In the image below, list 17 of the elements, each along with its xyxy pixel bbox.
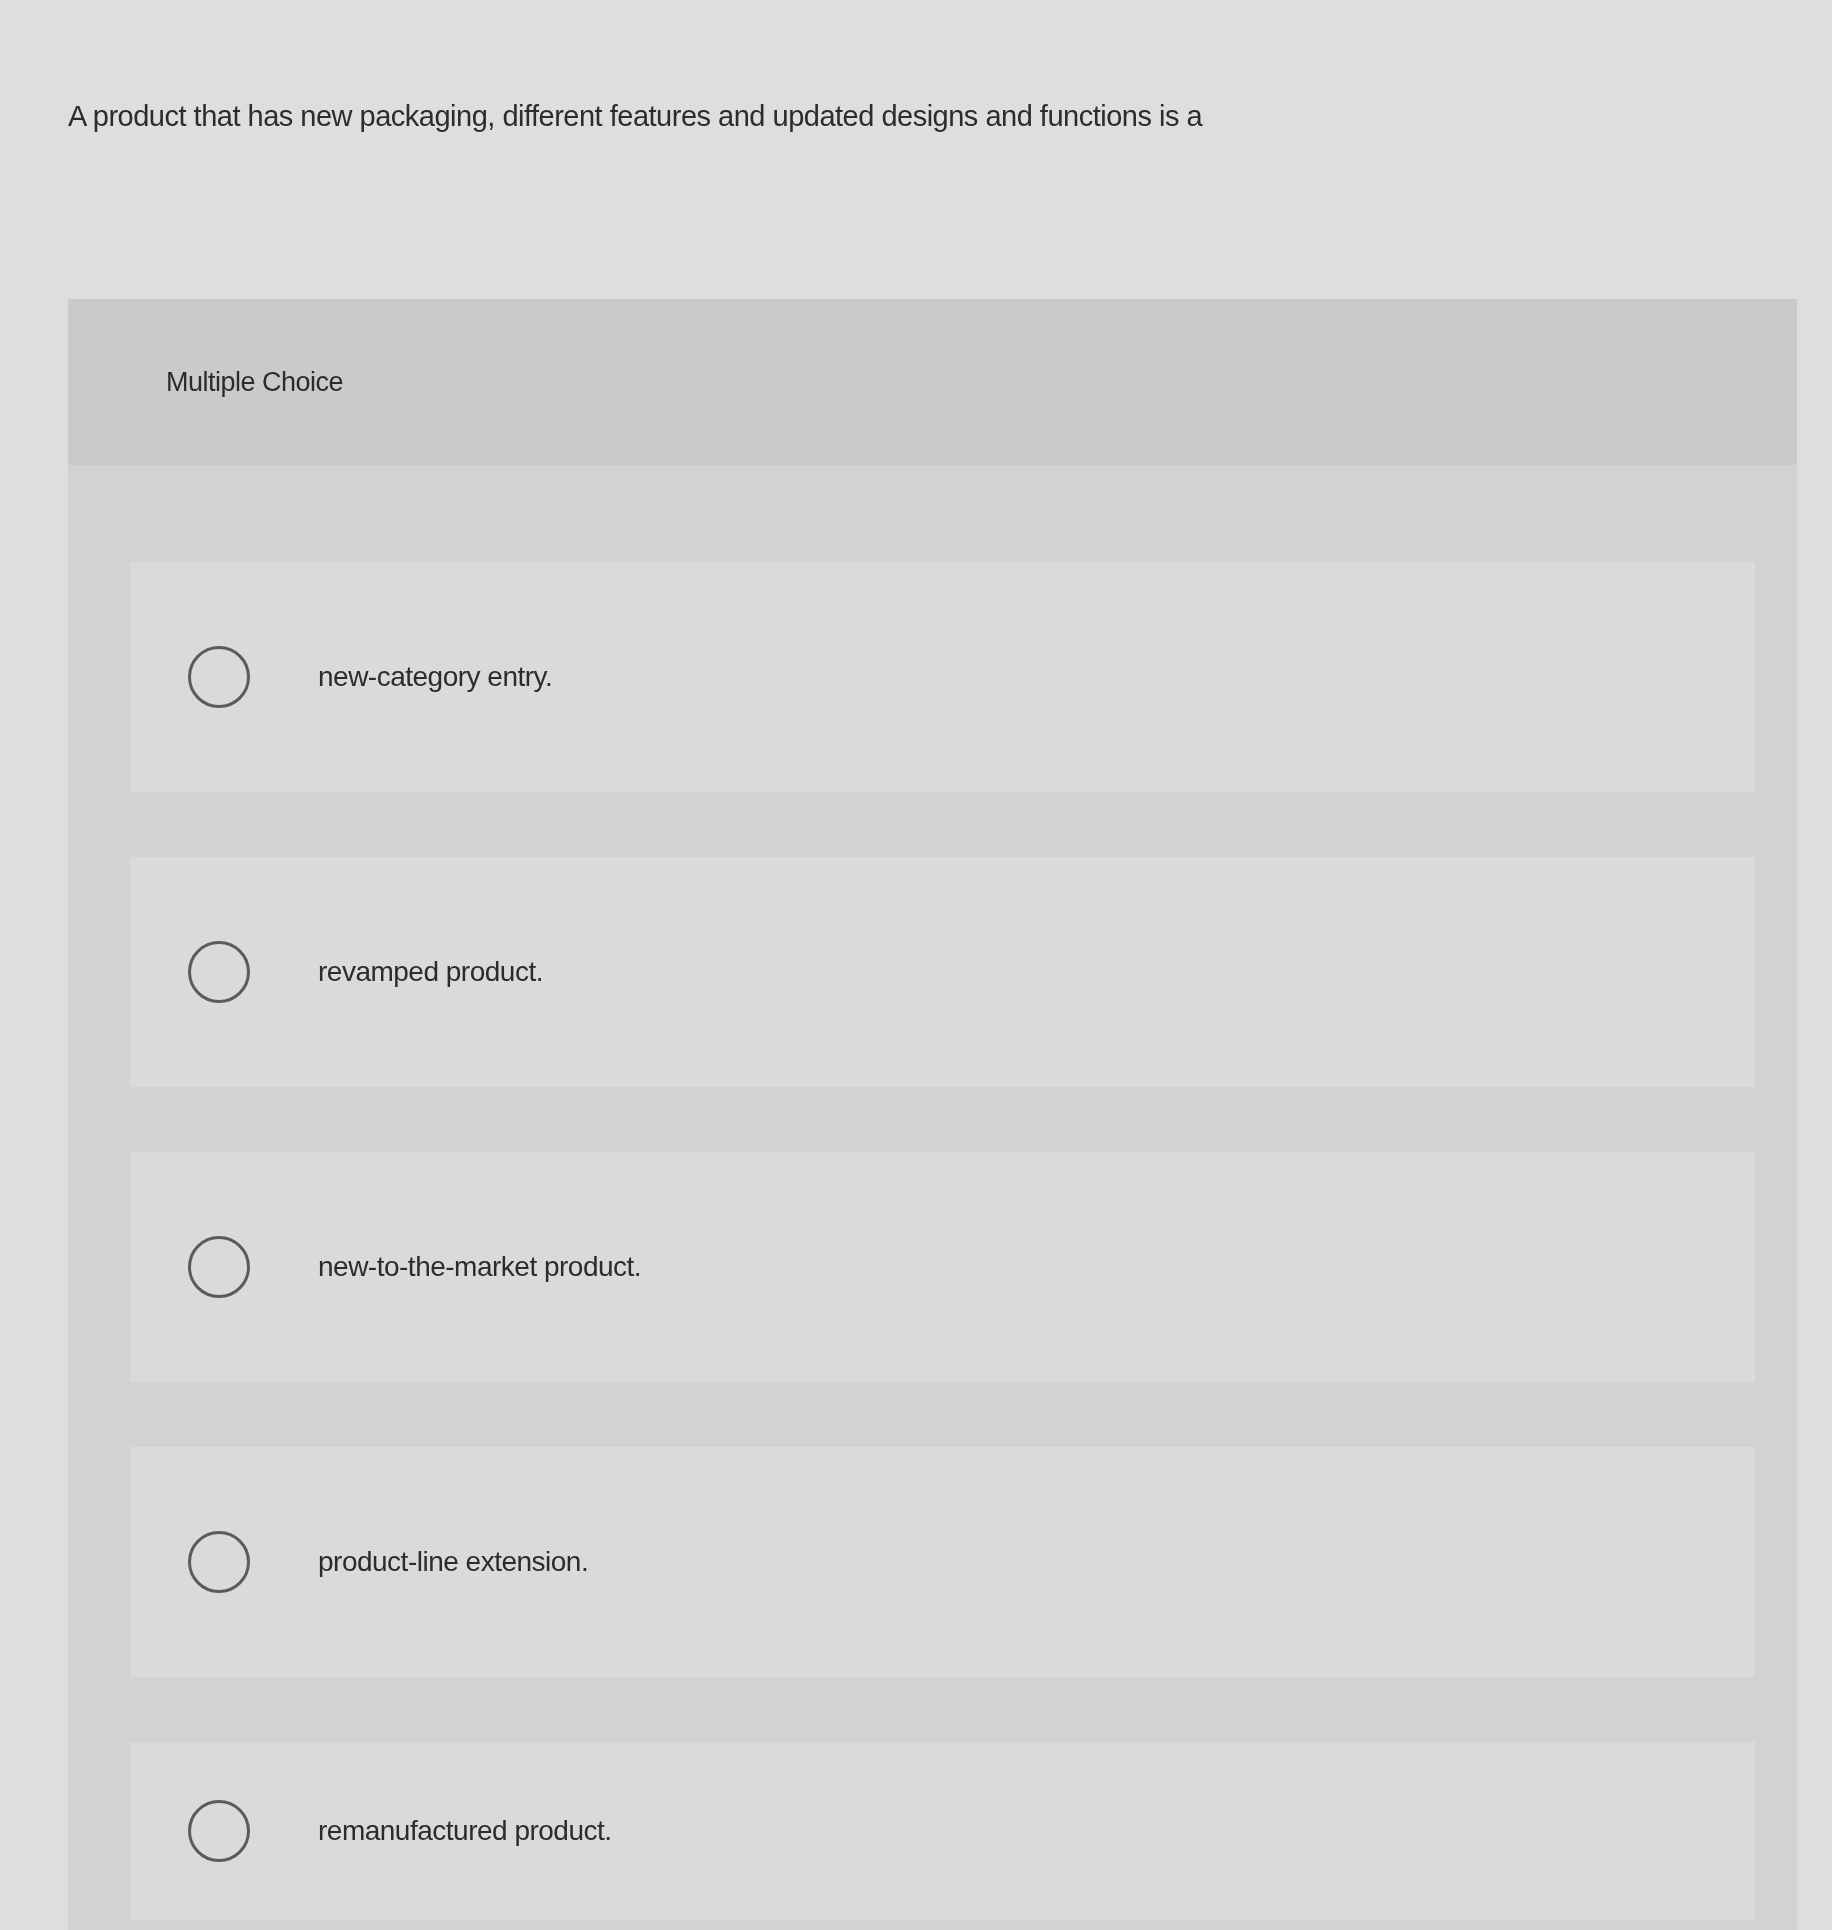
radio-button[interactable] (188, 1800, 250, 1862)
option-label: remanufactured product. (318, 1814, 612, 1848)
option-card[interactable]: remanufactured product. (130, 1742, 1755, 1920)
option-card[interactable]: product-line extension. (130, 1447, 1755, 1677)
option-card[interactable]: new-to-the-market product. (130, 1152, 1755, 1382)
radio-button[interactable] (188, 1236, 250, 1298)
radio-button[interactable] (188, 941, 250, 1003)
option-label: new-to-the-market product. (318, 1250, 642, 1284)
panel-title: Multiple Choice (166, 366, 344, 399)
question-text: A product that has new packaging, different features and updated designs and functions is a (68, 99, 1203, 134)
option-card[interactable]: revamped product. (130, 857, 1755, 1087)
option-label: new-category entry. (318, 660, 553, 694)
option-label: product-line extension. (318, 1545, 589, 1579)
radio-button[interactable] (188, 1531, 250, 1593)
radio-button[interactable] (188, 646, 250, 708)
option-label: revamped product. (318, 955, 543, 989)
option-card[interactable]: new-category entry. (130, 562, 1755, 792)
